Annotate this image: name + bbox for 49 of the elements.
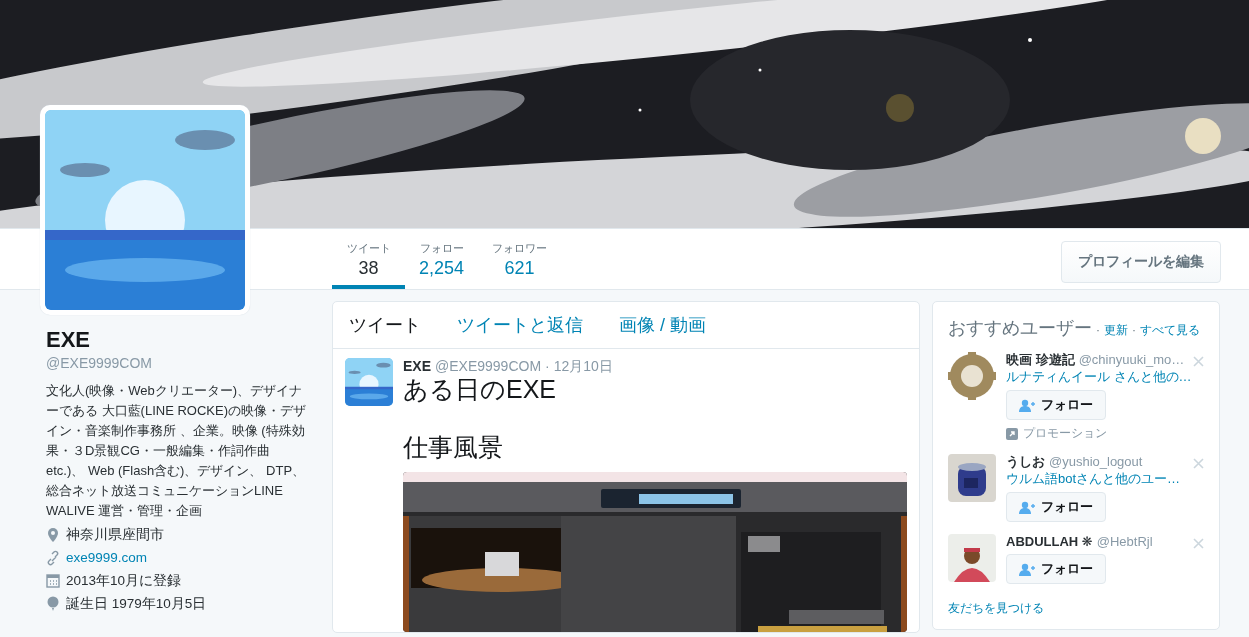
timeline-tab[interactable]: ツイート <box>349 313 421 337</box>
followed-by-text[interactable]: ルナティんイール さんと他の… <box>1006 368 1191 386</box>
close-icon[interactable] <box>1193 458 1204 469</box>
add-person-icon <box>1019 398 1035 412</box>
add-person-icon <box>1019 562 1035 576</box>
tweet-text: ある日のEXE <box>403 374 558 404</box>
user-name[interactable]: うしお <box>1006 454 1045 469</box>
promoted-icon <box>1006 427 1018 440</box>
balloon-icon <box>46 595 60 612</box>
website-link[interactable]: exe9999.com <box>66 548 148 567</box>
user-name[interactable]: ABDULLAH ❋ <box>1006 534 1093 549</box>
separator-dot: · <box>545 358 550 374</box>
user-handle: @HebtRjl <box>1096 534 1153 549</box>
profile-detail: 誕生日 1979年10月5日 <box>66 595 207 613</box>
separator-dot: · <box>1096 323 1100 337</box>
user-name[interactable]: 映画 珍遊記 <box>1006 352 1075 367</box>
tweet-timestamp[interactable]: 12月10日 <box>553 358 613 374</box>
close-icon[interactable] <box>1193 538 1204 549</box>
close-icon[interactable] <box>1193 356 1204 367</box>
timeline-tab[interactable]: ツイートと返信 <box>457 313 583 337</box>
follow-button[interactable]: フォロー <box>1006 554 1106 584</box>
follow-button[interactable]: フォロー <box>1006 390 1106 420</box>
location-pin-icon <box>46 526 60 543</box>
timeline-tab[interactable]: 画像 / 動画 <box>619 313 706 337</box>
profile-detail: 2013年10月に登録 <box>66 572 182 590</box>
tweet-author-handle: @EXE9999COM <box>435 358 542 374</box>
suggestions-link[interactable]: 更新 <box>1104 322 1128 339</box>
profile-bio: 文化人(映像・Webクリエーター)、デザイナーである 大口藍(LINE ROCKE)の映像・デザイン・音楽制作事務所 、企業。映像 (特殊効果・３D景観CG・一般編集・作詞作曲 etc.)、 Web (Flash含む)、デザイン、 DTP、総合ネット放送コミュニケーションLINE WALIVE 運営・管理・企画 <box>46 382 307 520</box>
promoted-label: プロモーション <box>1023 425 1107 442</box>
separator-dot: · <box>1132 323 1136 337</box>
link-icon <box>46 549 60 566</box>
followed-by-text[interactable]: ウルム語botさんと他のユー… <box>1006 470 1191 488</box>
suggestions-link[interactable]: すべて見る <box>1140 322 1200 339</box>
profile-name: EXE <box>46 327 92 353</box>
calendar-icon <box>46 572 60 589</box>
tweet-author-name[interactable]: EXE <box>403 358 431 374</box>
stat-tab[interactable]: フォロワー 621 <box>478 229 562 289</box>
edit-profile-button[interactable]: プロフィールを編集 <box>1061 241 1221 283</box>
follow-button[interactable]: フォロー <box>1006 492 1106 522</box>
add-person-icon <box>1019 500 1035 514</box>
stat-tab[interactable]: ツイート 38 <box>332 229 405 289</box>
profile-detail: 神奈川県座間市 <box>66 526 164 544</box>
tweet-text: 仕事風景 <box>403 432 504 462</box>
stat-tab[interactable]: フォロー 2,254 <box>405 229 479 289</box>
find-friends-link[interactable]: 友だちを見つける <box>948 600 1204 617</box>
suggestions-title: おすすめユーザー <box>948 317 1092 340</box>
user-handle: @chinyuuki_mo… <box>1078 352 1185 367</box>
profile-handle: @EXE9999COM <box>46 355 154 371</box>
user-handle: @yushio_logout <box>1049 454 1143 469</box>
